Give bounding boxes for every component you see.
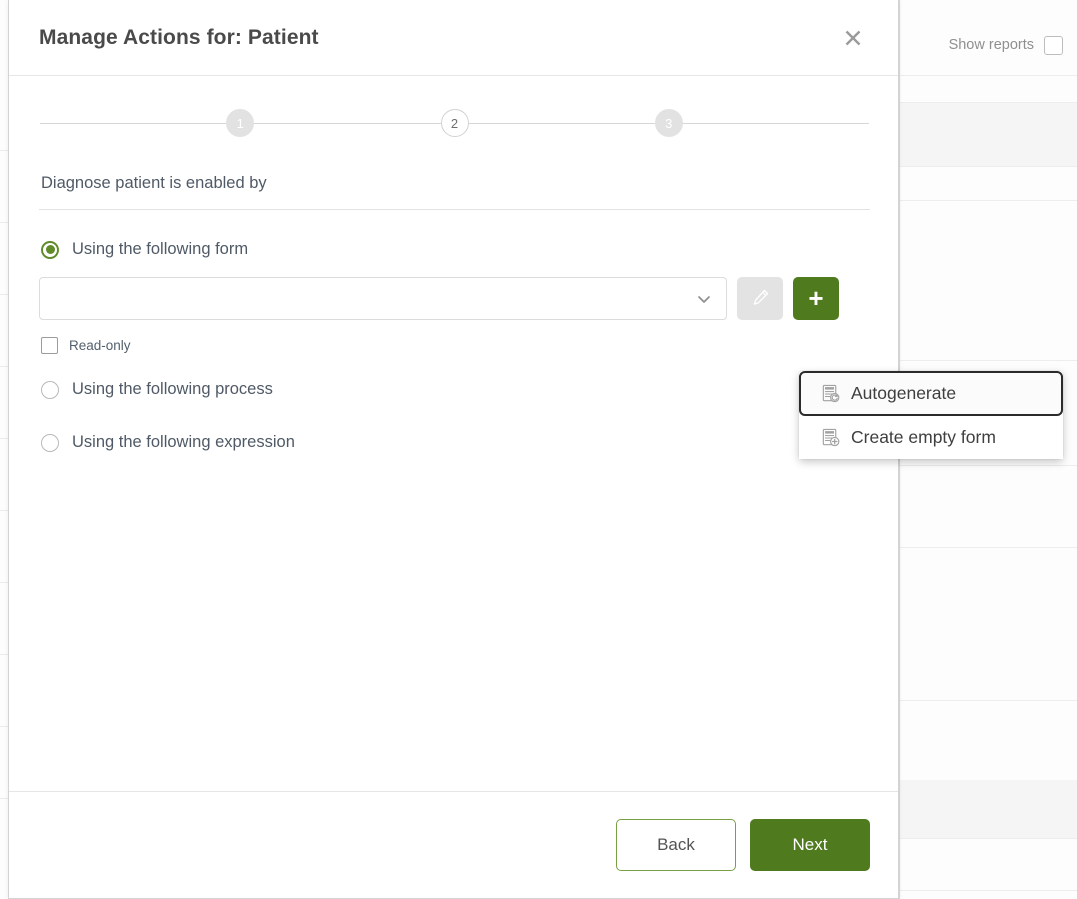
step-connector (254, 122, 441, 124)
next-button-label: Next (792, 835, 828, 854)
radio-option-expression[interactable]: Using the following expression (39, 433, 870, 452)
background-strip-line (0, 798, 8, 799)
background-strip-line (0, 294, 8, 295)
wizard-step-3-label: 3 (665, 115, 673, 131)
background-row-divider (900, 700, 1077, 701)
wizard-step-3[interactable]: 3 (654, 109, 683, 137)
read-only-label: Read-only (69, 338, 131, 353)
radio-option-form[interactable]: Using the following form (39, 240, 870, 259)
wizard-step-1[interactable]: 1 (226, 109, 255, 137)
plus-icon: + (808, 282, 824, 313)
menu-item-autogenerate[interactable]: Autogenerate (799, 371, 1063, 416)
background-strip-line (0, 222, 8, 223)
add-form-menu: Autogenerate Create empty form (799, 371, 1063, 459)
background-row-divider (900, 547, 1077, 548)
read-only-checkbox[interactable] (41, 337, 58, 354)
prompt-divider (39, 209, 870, 210)
menu-item-autogenerate-label: Autogenerate (851, 383, 957, 403)
background-strip-line (0, 510, 8, 511)
background-row-divider (900, 890, 1077, 891)
close-icon[interactable] (836, 21, 870, 55)
dialog-body: 1 2 3 Diagnose patient is enabled by Usi… (9, 76, 898, 791)
background-strip-line (0, 438, 8, 439)
read-only-row[interactable]: Read-only (39, 337, 870, 354)
background-strip-line (0, 150, 8, 151)
back-button-label: Back (657, 835, 695, 854)
radio-form-icon[interactable] (41, 240, 59, 259)
background-row-band (900, 780, 1077, 838)
background-row-divider (900, 200, 1077, 201)
radio-option-process[interactable]: Using the following process (39, 380, 870, 399)
background-strip-line (0, 726, 8, 727)
form-select-row: + (39, 277, 870, 320)
pencil-icon (751, 288, 770, 310)
next-button[interactable]: Next (750, 819, 870, 871)
manage-actions-dialog: Manage Actions for: Patient 1 2 3 Diagno… (8, 0, 899, 899)
dialog-header: Manage Actions for: Patient (9, 0, 898, 76)
dialog-title: Manage Actions for: Patient (39, 25, 319, 49)
step-connector (468, 122, 655, 124)
menu-item-create-empty-form-label: Create empty form (851, 427, 996, 447)
radio-option-process-label: Using the following process (72, 380, 273, 398)
background-strip-line (0, 654, 8, 655)
edit-form-button[interactable] (737, 277, 783, 320)
wizard-step-2[interactable]: 2 (440, 109, 469, 137)
background-row-divider (900, 838, 1077, 839)
form-select[interactable] (39, 277, 727, 320)
show-reports-checkbox[interactable] (1044, 35, 1063, 55)
background-left-strip (0, 0, 8, 899)
wizard-step-2-label: 2 (450, 115, 459, 131)
form-plus-icon (820, 427, 841, 448)
background-strip-line (0, 582, 8, 583)
add-form-button[interactable]: + (793, 277, 839, 320)
radio-expression-icon[interactable] (41, 433, 59, 452)
background-strip-line (0, 366, 8, 367)
form-refresh-icon (820, 383, 841, 404)
background-row-band (900, 102, 1077, 166)
dialog-footer: Back Next (9, 791, 898, 898)
background-row-divider (900, 102, 1077, 103)
chevron-down-icon (696, 291, 712, 307)
wizard-stepper: 1 2 3 (39, 76, 870, 170)
option-spacer (39, 399, 870, 433)
back-button[interactable]: Back (616, 819, 736, 871)
background-row-divider (900, 465, 1077, 466)
step-connector (40, 122, 227, 124)
prompt-text: Diagnose patient is enabled by (41, 174, 267, 192)
menu-item-create-empty-form[interactable]: Create empty form (799, 416, 1063, 459)
radio-process-icon[interactable] (41, 380, 59, 399)
wizard-step-1-label: 1 (236, 115, 244, 131)
step-connector (682, 122, 869, 124)
background-row-divider (900, 75, 1077, 76)
radio-option-expression-label: Using the following expression (72, 433, 295, 451)
show-reports-row[interactable]: Show reports (900, 30, 1077, 60)
show-reports-label: Show reports (948, 37, 1034, 53)
background-row-divider (900, 166, 1077, 167)
radio-option-form-label: Using the following form (72, 240, 249, 258)
background-row-divider (900, 360, 1077, 361)
